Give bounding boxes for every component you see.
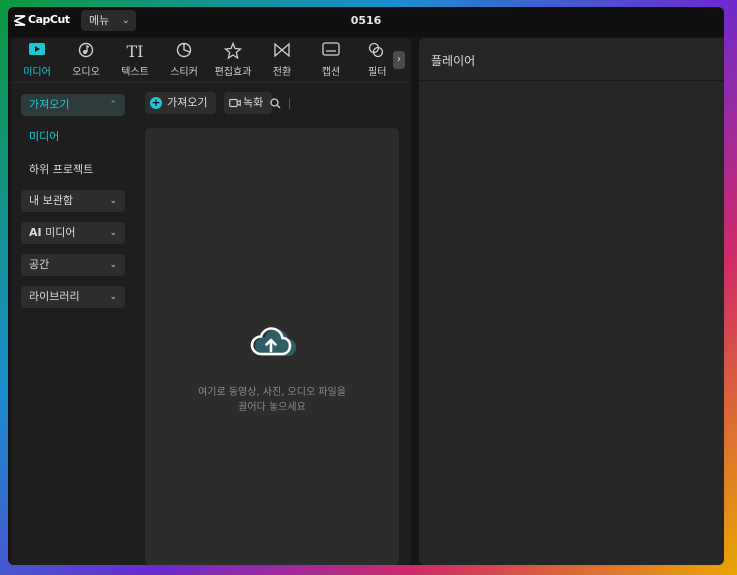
chevron-down-icon: ⌄ [109,292,117,302]
text-icon: TI [126,42,144,61]
toolbar-separator [289,98,290,109]
audio-icon [62,42,110,62]
drop-hint-line1: 여기로 동영상, 사진, 오디오 파일을 [198,387,346,398]
sidebar-ai-media[interactable]: AI 미디어 ⌄ [21,222,125,244]
tab-transition-label: 전환 [272,67,292,78]
tab-effects-label: 편집효과 [214,67,252,78]
tab-filter-label: 필터 [368,67,387,78]
camera-icon [229,98,241,108]
effects-icon [209,41,257,62]
sidebar-my-library-label: 내 보관함 [29,194,73,207]
asset-toolbar: 미디어 오디오 TI 텍스트 스티커 편집효과 전환 캡션 필터 › [11,38,411,80]
tab-filter[interactable]: 필터 [356,42,393,78]
tab-caption[interactable]: 캡션 [307,42,355,78]
cloud-upload-icon [250,327,296,356]
chevron-up-icon: ⌃ [109,100,117,110]
transition-icon [258,42,306,62]
record-button-label: 녹화 [243,96,264,109]
sidebar-my-library[interactable]: 내 보관함 ⌄ [21,190,125,212]
tab-text-label: 텍스트 [121,67,149,78]
tab-transition[interactable]: 전환 [258,42,306,78]
drop-hint: 여기로 동영상, 사진, 오디오 파일을 끌어다 놓으세요 [145,385,399,415]
media-icon [13,42,61,62]
tab-media[interactable]: 미디어 [13,42,61,78]
chevron-down-icon: ⌄ [109,260,117,270]
project-title: 0516 [350,14,382,27]
sidebar-import-label: 가져오기 [29,98,70,111]
player-title: 플레이어 [431,54,476,68]
player-divider [419,80,724,81]
caption-icon [307,42,355,62]
search-icon[interactable] [270,98,281,109]
tab-effects[interactable]: 편집효과 [209,41,257,78]
chevron-down-icon: ⌄ [109,228,117,238]
sidebar-item-media[interactable]: 미디어 [29,128,59,144]
toolbar-divider [11,82,411,83]
player-panel: 플레이어 [419,38,724,565]
import-button[interactable]: + 가져오기 [145,92,216,114]
tab-media-label: 미디어 [23,67,51,78]
import-button-label: 가져오기 [167,96,208,109]
chevron-down-icon: ⌄ [109,196,117,206]
sidebar-space[interactable]: 공간 ⌄ [21,254,125,276]
drop-hint-line2: 끌어다 놓으세요 [238,402,306,413]
ai-prefix: AI [29,226,42,239]
tab-audio-label: 오디오 [72,67,100,78]
tab-audio[interactable]: 오디오 [62,42,110,78]
record-button[interactable]: 녹화 [224,92,272,114]
sidebar-item-subproject[interactable]: 하위 프로젝트 [29,161,93,177]
app-window: CapCut 메뉴 ⌄ 0516 미디어 오디오 TI 텍스트 스티커 편집효과… [8,7,724,565]
sidebar-library-label: 라이브러리 [29,290,80,303]
tab-text[interactable]: TI 텍스트 [111,42,159,78]
media-panel: 미디어 오디오 TI 텍스트 스티커 편집효과 전환 캡션 필터 › 가져오기 … [11,38,411,565]
media-drop-zone[interactable]: 여기로 동영상, 사진, 오디오 파일을 끌어다 놓으세요 [145,128,399,565]
sidebar-ai-media-label: 미디어 [45,226,76,239]
sticker-icon [160,42,208,62]
sidebar-import-group[interactable]: 가져오기 ⌃ [21,94,125,116]
sidebar-library[interactable]: 라이브러리 ⌄ [21,286,125,308]
toolbar-next-button[interactable]: › [393,51,405,69]
sidebar-space-label: 공간 [29,258,50,271]
title-bar: CapCut 메뉴 ⌄ 0516 [8,7,724,37]
plus-icon: + [150,96,162,109]
chevron-right-icon: › [397,54,401,65]
tab-caption-label: 캡션 [321,67,341,78]
tab-sticker-label: 스티커 [170,67,198,78]
filter-icon [368,42,393,62]
tab-sticker[interactable]: 스티커 [160,42,208,78]
